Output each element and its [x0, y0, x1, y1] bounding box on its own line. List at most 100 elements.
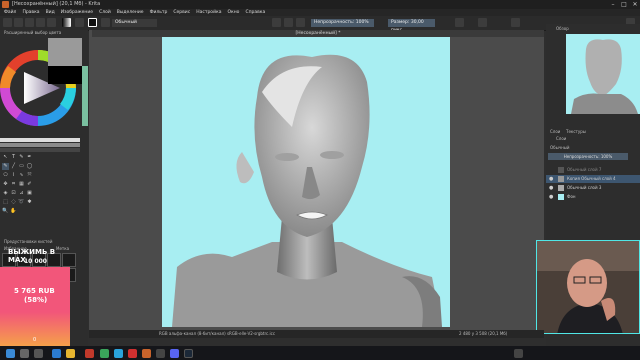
tab-textures[interactable]: Текстуры: [566, 129, 586, 134]
close-button[interactable]: ✕: [630, 0, 640, 9]
task-view-icon[interactable]: [34, 349, 43, 358]
menu-tools[interactable]: Сервис: [173, 9, 190, 16]
overview-thumbnail[interactable]: [566, 34, 640, 114]
search-icon[interactable]: [20, 349, 29, 358]
mirror-vertical-icon[interactable]: [478, 18, 487, 27]
rect-select-icon[interactable]: ⬚: [2, 199, 9, 206]
pan-tool-icon[interactable]: ✋: [10, 208, 17, 215]
eye-icon[interactable]: ●: [549, 184, 553, 192]
move-tool-icon[interactable]: ✥: [2, 181, 9, 188]
eraser-mode-icon[interactable]: [272, 18, 281, 27]
transform-tool-icon[interactable]: ⤧: [26, 172, 33, 179]
layer-row[interactable]: Обычный слой 7: [546, 166, 640, 174]
layer-thumbnail: [558, 167, 564, 173]
redo-icon[interactable]: [47, 18, 56, 27]
current-color-swatch: [48, 38, 82, 66]
minimize-button[interactable]: –: [608, 0, 618, 9]
open-document-icon[interactable]: [14, 18, 23, 27]
pattern-icon[interactable]: [75, 18, 84, 27]
previous-color-swatch: [48, 66, 82, 84]
system-tray-icon[interactable]: [514, 349, 523, 358]
menu-filter[interactable]: Фильтр: [150, 9, 168, 16]
line-tool-icon[interactable]: ╱: [10, 163, 17, 170]
tab-layers[interactable]: Слои: [550, 129, 560, 134]
reload-preset-icon[interactable]: [296, 18, 305, 27]
new-document-icon[interactable]: [3, 18, 12, 27]
goal-fill: [0, 267, 70, 346]
streamer-video: [537, 241, 639, 333]
menu-image[interactable]: Изображение: [61, 9, 93, 16]
foreground-background-color-icon[interactable]: [88, 18, 97, 27]
layer-row-active[interactable]: ● Копия Обычный слой 4: [546, 175, 640, 183]
advanced-color-selector[interactable]: [0, 38, 88, 158]
brush-preset-icon[interactable]: [101, 18, 110, 27]
ellipse-select-icon[interactable]: ◌: [10, 199, 17, 206]
mirror-horizontal-icon[interactable]: [455, 18, 464, 27]
bezier-tool-icon[interactable]: ∿: [18, 172, 25, 179]
app-icon-obs[interactable]: [156, 349, 165, 358]
select-shapes-icon[interactable]: ↖: [2, 154, 9, 161]
magic-wand-icon[interactable]: ✱: [26, 199, 33, 206]
explorer-icon[interactable]: [66, 349, 75, 358]
maximize-button[interactable]: □: [619, 0, 629, 9]
menu-help[interactable]: Справка: [245, 9, 265, 16]
document-tab[interactable]: [Несохранённый] *: [92, 30, 544, 37]
size-slider[interactable]: Размер: 30,00 пикс.: [388, 19, 435, 33]
menu-settings[interactable]: Настройка: [196, 9, 221, 16]
layer-opacity-slider[interactable]: Непрозрачность: 100%: [548, 153, 628, 160]
reference-tool-icon[interactable]: ▣: [26, 190, 33, 197]
assistant-tool-icon[interactable]: ⊡: [10, 190, 17, 197]
start-button-icon[interactable]: [6, 349, 15, 358]
overview-title: Обзор: [556, 26, 569, 31]
image-size-status: 2 480 у 3 508 (20,1 Мб): [459, 331, 508, 336]
wrap-around-icon[interactable]: [511, 18, 520, 27]
layer-name: Обычный слой 7: [567, 167, 602, 172]
lasso-select-icon[interactable]: ➰: [18, 199, 25, 206]
text-tool-icon[interactable]: T: [10, 154, 17, 161]
freehand-brush-icon[interactable]: ✎: [2, 163, 9, 170]
preserve-alpha-icon[interactable]: [284, 18, 293, 27]
layer-name: Фон: [567, 194, 576, 199]
color-picker-icon[interactable]: ✐: [26, 181, 33, 188]
zoom-tool-icon[interactable]: 🔍: [2, 208, 9, 215]
layer-row[interactable]: ● Фон: [546, 193, 640, 201]
media-app-icon[interactable]: [85, 349, 94, 358]
app-icon-discord[interactable]: [170, 349, 179, 358]
calligraphy-icon[interactable]: ✒: [26, 154, 33, 161]
drawing-canvas[interactable]: [162, 37, 450, 327]
menu-layer[interactable]: Слой: [99, 9, 111, 16]
menu-file[interactable]: Файл: [4, 9, 16, 16]
fill-tool-icon[interactable]: ◈: [2, 190, 9, 197]
edit-shapes-icon[interactable]: ✎: [18, 154, 25, 161]
browser-icon[interactable]: [52, 349, 61, 358]
app-icon-chrome[interactable]: [100, 349, 109, 358]
polyline-tool-icon[interactable]: ⌇: [10, 172, 17, 179]
measure-tool-icon[interactable]: ⊿: [18, 190, 25, 197]
save-icon[interactable]: [25, 18, 34, 27]
menu-window[interactable]: Окно: [227, 9, 239, 16]
app-icon-telegram[interactable]: [114, 349, 123, 358]
app-icon-steam[interactable]: [184, 349, 193, 358]
menu-select[interactable]: Выделение: [117, 9, 144, 16]
menu-view[interactable]: Вид: [46, 9, 55, 16]
gradient-tool-icon[interactable]: ▦: [18, 181, 25, 188]
crop-tool-icon[interactable]: ⌗: [10, 181, 17, 188]
undo-icon[interactable]: [36, 18, 45, 27]
layer-name: Копия Обычный слой 4: [567, 176, 616, 181]
layer-blend-mode-select[interactable]: Обычный: [550, 145, 570, 150]
eye-icon[interactable]: ●: [549, 193, 553, 201]
donation-goal-overlay: ВЫЖИМЬ В МАХ 10 000 5 765 RUB (58%) 0: [0, 245, 70, 346]
layer-thumbnail: [558, 176, 564, 182]
ellipse-tool-icon[interactable]: ◯: [26, 163, 33, 170]
opacity-slider[interactable]: Непрозрачность: 100%: [311, 19, 374, 27]
rectangle-tool-icon[interactable]: ▭: [18, 163, 25, 170]
app-icon-yandex[interactable]: [128, 349, 137, 358]
gradient-icon[interactable]: [62, 18, 71, 27]
menu-edit[interactable]: Правка: [22, 9, 39, 16]
eye-icon[interactable]: ●: [549, 175, 553, 183]
polygon-tool-icon[interactable]: ⬠: [2, 172, 9, 179]
layer-row[interactable]: ● Обычный слой 3: [546, 184, 640, 192]
blend-mode-select[interactable]: Обычный: [112, 19, 157, 27]
app-icon-krita[interactable]: [142, 349, 151, 358]
brush-presets-title: Предустановки кистей: [4, 239, 53, 244]
